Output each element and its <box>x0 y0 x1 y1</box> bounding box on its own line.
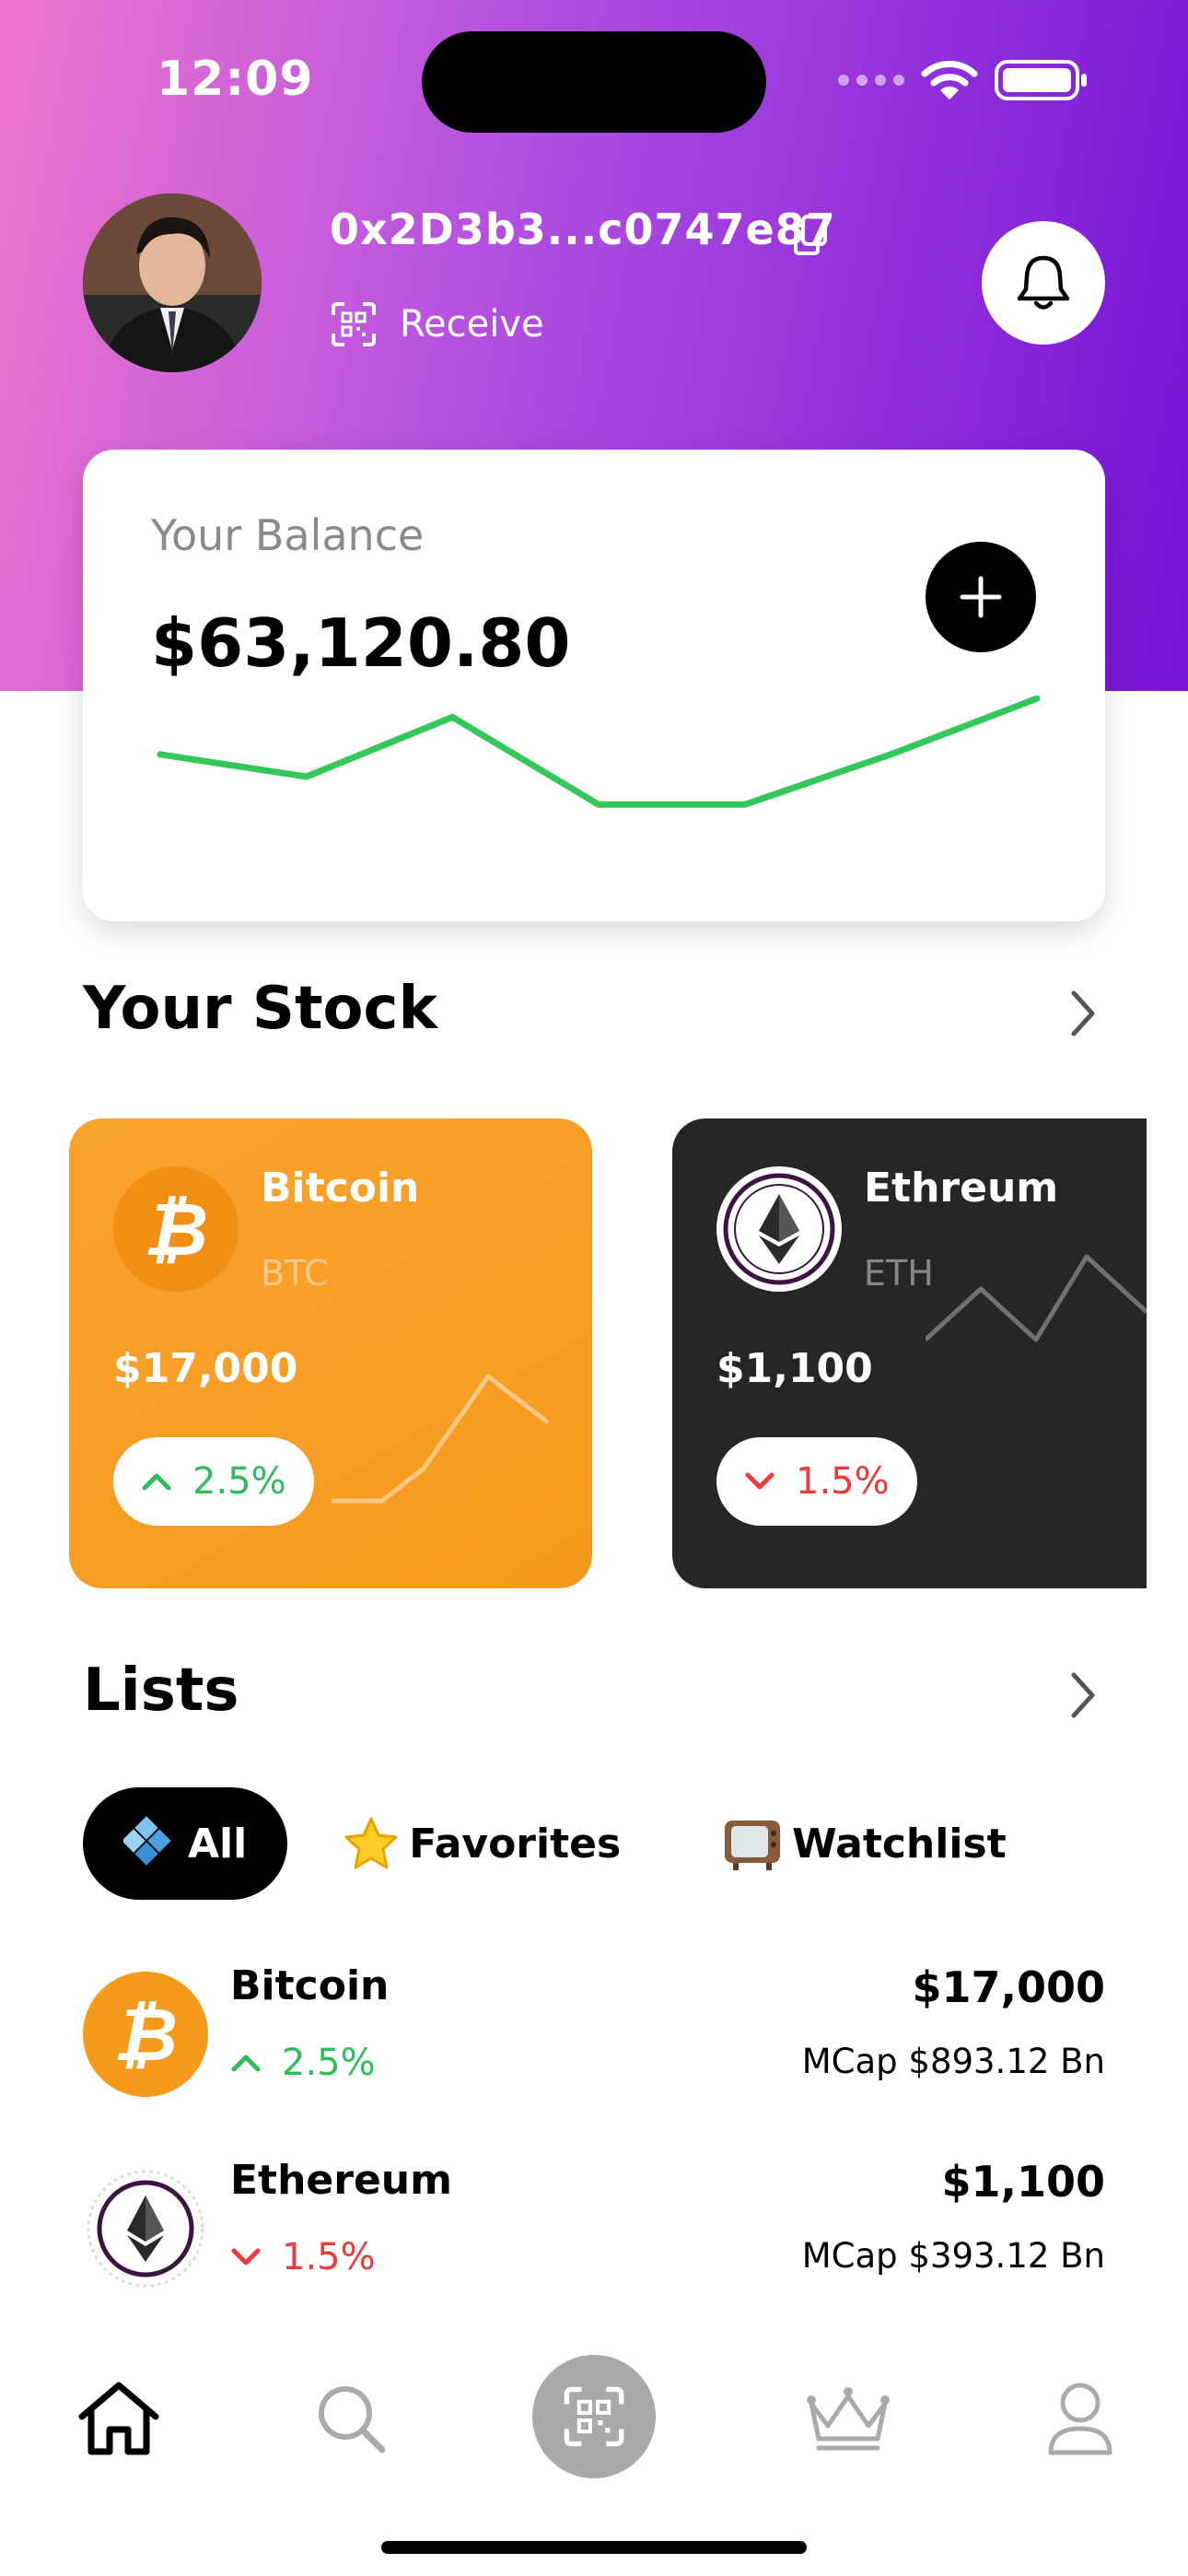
home-indicator <box>381 2541 807 2554</box>
list-item-change: 2.5% <box>230 2042 376 2084</box>
tab-label: Favorites <box>409 1820 622 1868</box>
list-item-price: $1,100 <box>941 2157 1105 2207</box>
bell-icon <box>1017 255 1070 310</box>
list-item-mcap: MCap $893.12 Bn <box>801 2042 1105 2081</box>
list-item-change-value: 1.5% <box>282 2236 376 2278</box>
stock-symbol: ETH <box>864 1253 934 1294</box>
search-icon <box>319 2386 386 2453</box>
stock-symbol: BTC <box>261 1253 329 1294</box>
stock-price: $17,000 <box>113 1345 298 1392</box>
qr-code-icon <box>332 302 376 346</box>
stock-card-ethereum[interactable]: Ethreum ETH $1,100 1.5% <box>672 1118 1147 1588</box>
receive-button[interactable]: Receive <box>330 300 544 348</box>
add-funds-button[interactable] <box>926 542 1036 652</box>
plus-icon <box>960 576 1002 618</box>
receive-label: Receive <box>400 303 544 345</box>
section-title-your-stock: Your Stock <box>83 975 437 1043</box>
stock-card-bitcoin[interactable]: ₿ Bitcoin BTC $17,000 2.5% <box>69 1118 592 1588</box>
list-item-price: $17,000 <box>912 1962 1105 2012</box>
svg-text:₿: ₿ <box>113 1992 178 2078</box>
stock-name: Bitcoin <box>261 1165 420 1212</box>
copy-icon[interactable] <box>792 214 829 256</box>
nav-profile[interactable] <box>1030 2368 1131 2469</box>
balance-label: Your Balance <box>151 510 425 560</box>
qr-scan-icon <box>564 2386 624 2447</box>
notifications-button[interactable] <box>982 221 1105 345</box>
balance-trend-line <box>157 695 1041 808</box>
diamond-icon <box>123 1816 171 1866</box>
section-title-lists: Lists <box>83 1657 239 1725</box>
dynamic-island <box>422 31 766 133</box>
bitcoin-logo: ₿ <box>113 1166 239 1292</box>
arrow-up-icon <box>231 2055 261 2072</box>
list-item-name: Ethereum <box>230 2157 452 2204</box>
list-item-ethereum[interactable]: Ethereum 1.5% $1,100 MCap $393.12 Bn <box>83 2157 1105 2304</box>
stock-name: Ethreum <box>864 1165 1059 1212</box>
bitcoin-logo: ₿ <box>83 1972 208 2097</box>
ethereum-sparkline <box>926 1254 1147 1342</box>
chevron-right-icon[interactable] <box>1065 986 1101 1041</box>
ethereum-logo <box>83 2166 208 2291</box>
profile-icon <box>1048 2383 1112 2455</box>
tab-watchlist[interactable]: Watchlist <box>722 1787 1007 1900</box>
list-item-change-value: 2.5% <box>282 2042 376 2084</box>
list-item-change: 1.5% <box>230 2236 376 2278</box>
stock-change-value: 2.5% <box>192 1460 286 1503</box>
status-icons <box>838 57 1087 103</box>
stock-change-badge: 2.5% <box>113 1437 314 1526</box>
arrow-up-icon <box>142 1473 171 1491</box>
crown-icon <box>807 2387 890 2451</box>
ethereum-logo <box>716 1166 842 1292</box>
stock-change-value: 1.5% <box>796 1460 890 1503</box>
list-item-mcap: MCap $393.12 Bn <box>801 2236 1105 2276</box>
arrow-down-icon <box>745 1472 775 1490</box>
bitcoin-sparkline <box>332 1374 550 1504</box>
nav-premium[interactable] <box>798 2368 899 2469</box>
list-item-bitcoin[interactable]: ₿ Bitcoin 2.5% $17,000 MCap $893.12 Bn <box>83 1962 1105 2110</box>
chevron-right-icon[interactable] <box>1065 1668 1101 1723</box>
list-tabs: All Favorites Watchlist <box>83 1787 1007 1900</box>
tab-label: All <box>188 1820 248 1868</box>
wallet-address: 0x2D3b3...c0747e87 <box>330 205 836 254</box>
nav-home[interactable] <box>68 2368 169 2469</box>
avatar[interactable] <box>83 193 262 372</box>
battery-icon <box>995 60 1087 100</box>
tab-label: Watchlist <box>792 1820 1007 1868</box>
cellular-icon <box>838 75 904 86</box>
avatar-photo <box>83 193 262 372</box>
nav-search[interactable] <box>300 2368 402 2469</box>
balance-trend-chart <box>157 695 1041 808</box>
stock-change-badge: 1.5% <box>716 1437 917 1526</box>
balance-card: Your Balance $63,120.80 <box>83 450 1105 921</box>
star-icon <box>344 1817 398 1869</box>
stock-price: $1,100 <box>716 1345 873 1392</box>
nav-scan-button[interactable] <box>532 2355 656 2478</box>
home-icon <box>78 2382 159 2455</box>
list-item-name: Bitcoin <box>230 1962 390 2009</box>
wifi-icon <box>921 61 978 100</box>
arrow-down-icon <box>231 2248 261 2266</box>
tab-favorites[interactable]: Favorites <box>343 1787 621 1900</box>
tab-all[interactable]: All <box>83 1787 288 1900</box>
status-time: 12:09 <box>157 52 314 107</box>
tv-icon <box>725 1821 781 1870</box>
svg-text:₿: ₿ <box>144 1187 208 1272</box>
